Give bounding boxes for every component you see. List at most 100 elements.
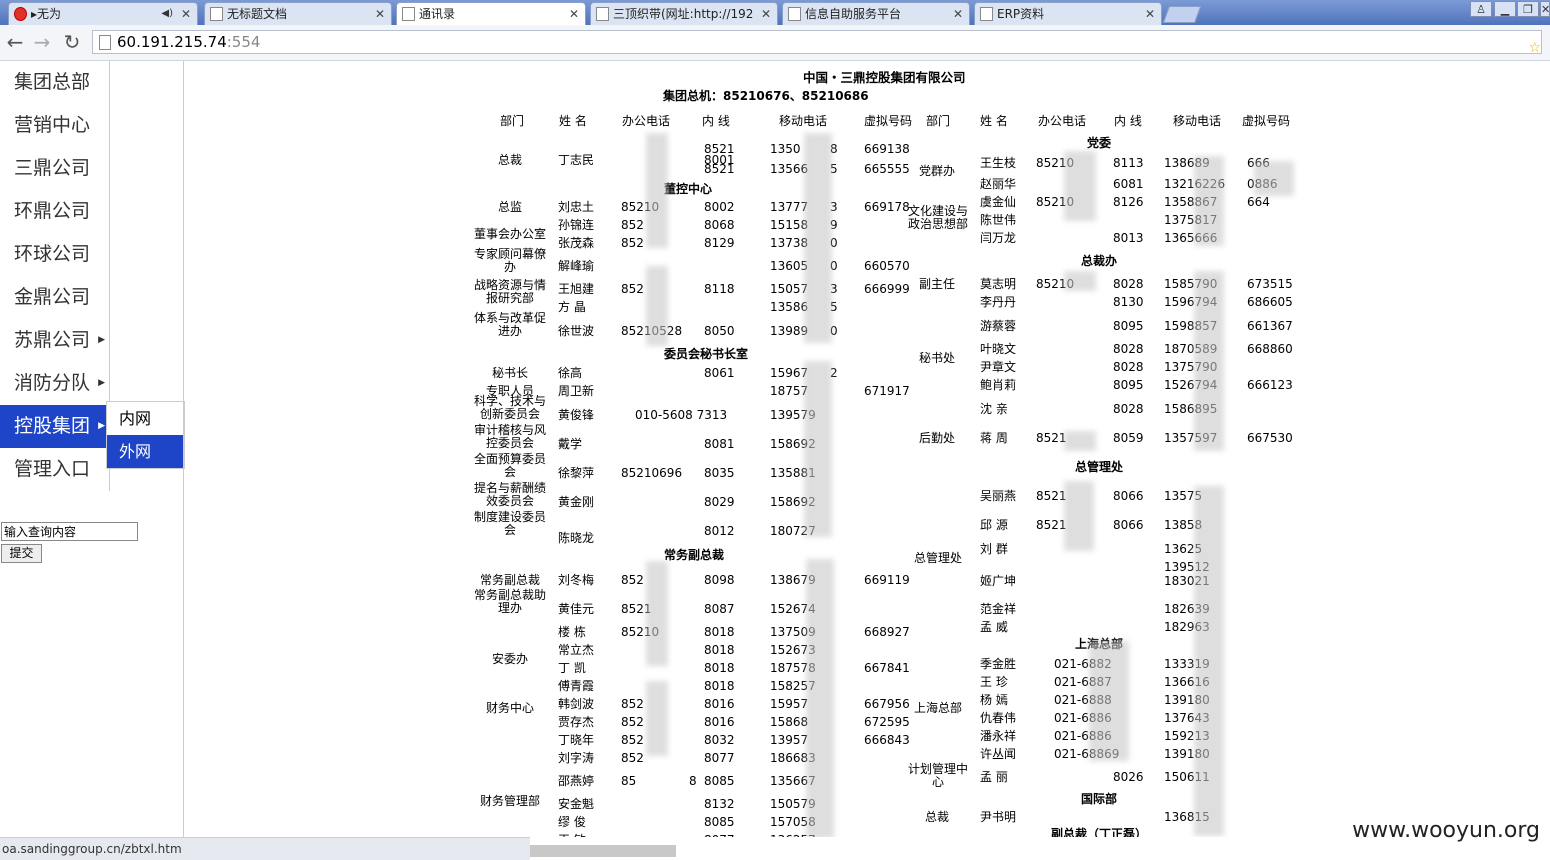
tab-label: 无标题文档 xyxy=(227,7,288,21)
name-cell: 徐黎萍 xyxy=(558,466,595,480)
redaction-blur xyxy=(1064,271,1096,291)
tab-wuwei[interactable]: ▸无为 ◀) ✕ xyxy=(8,2,198,25)
sidebar-item[interactable]: 集团总部 xyxy=(0,61,110,104)
dept-cell: 审计稽核与风控委员会 xyxy=(473,423,546,450)
restore-button[interactable]: ❐ xyxy=(1517,1,1539,17)
tab-self-service[interactable]: 信息自助服务平台 ✕ xyxy=(782,2,970,25)
sidebar-item[interactable]: 三鼎公司 xyxy=(0,147,110,190)
dept-cell: 制度建设委员会 xyxy=(473,510,546,537)
mobile-cell: 15957 xyxy=(770,697,809,711)
extension-cell: 8077 xyxy=(704,751,735,765)
horizontal-scrollbar[interactable] xyxy=(530,845,676,857)
sidebar-item[interactable]: 环球公司 xyxy=(0,233,110,276)
extension-cell: 8085 xyxy=(704,774,735,788)
submit-button[interactable]: 提交 xyxy=(1,544,42,563)
browser-tab-bar: ▸无为 ◀) ✕ 无标题文档 ✕ 通讯录 ✕ 三顶织带(网址:http://19… xyxy=(0,0,1550,25)
dept-cell: 计划管理中心 xyxy=(907,762,968,789)
name-cell: 叶晓文 xyxy=(980,342,1017,356)
virtual-number-cell: 665555 xyxy=(864,162,910,176)
user-icon[interactable]: ♙ xyxy=(1470,1,1492,17)
address-bar[interactable]: 60.191.215.74:554 ☆ xyxy=(92,30,1542,56)
extension-cell: 8095 xyxy=(1113,319,1144,333)
dept-cell: 提名与薪酬绩效委员会 xyxy=(473,481,546,508)
extension-cell: 8028 xyxy=(1113,342,1144,356)
name-cell: 赵丽华 xyxy=(980,177,1017,191)
back-arrow-icon[interactable]: ← xyxy=(3,30,27,54)
column-header: 内 线 xyxy=(702,114,730,128)
name-cell: 孟 威 xyxy=(980,620,1008,634)
submenu-item[interactable]: 外网 xyxy=(107,435,184,468)
extension-cell: 8066 xyxy=(1113,489,1144,503)
mobile-cell: 13605 xyxy=(770,259,809,273)
section-heading: 党委 xyxy=(1086,136,1111,150)
mobile-cell: 15967 xyxy=(770,366,809,380)
sidebar-item[interactable]: 控股集团 ▶ xyxy=(0,405,110,448)
dept-cell: 常务副总裁 xyxy=(479,573,540,587)
tab-santing[interactable]: 三顶织带(网址:http://192 ✕ xyxy=(590,2,778,25)
office-phone-cell: 8521 xyxy=(1036,431,1067,445)
name-cell: 刘 群 xyxy=(980,542,1008,556)
close-tab-icon[interactable]: ✕ xyxy=(1145,3,1155,25)
virtual-number-cell: 664 xyxy=(1247,195,1270,209)
sidebar-item[interactable]: 消防分队 ▶ xyxy=(0,362,110,405)
minimize-button[interactable]: ▁ xyxy=(1494,1,1516,17)
redaction-blur xyxy=(1064,481,1094,551)
redaction-blur xyxy=(646,561,668,666)
virtual-number-cell: 669178 xyxy=(864,200,910,214)
tab-contacts[interactable]: 通讯录 ✕ xyxy=(396,2,586,25)
mobile-cell: 15057 xyxy=(770,282,809,296)
close-tab-icon[interactable]: ✕ xyxy=(181,3,191,25)
name-cell: 蒋 周 xyxy=(980,431,1008,445)
extension-cell: 8061 xyxy=(704,366,735,380)
section-heading: 总裁办 xyxy=(1080,254,1117,268)
forward-arrow-icon[interactable]: → xyxy=(30,30,54,54)
close-tab-icon[interactable]: ✕ xyxy=(569,3,579,25)
sidebar-item[interactable]: 环鼎公司 xyxy=(0,190,110,233)
name-cell: 韩剑波 xyxy=(558,697,595,711)
name-cell: 吴丽燕 xyxy=(980,489,1017,503)
dept-cell: 副主任 xyxy=(918,277,955,291)
sidebar-item[interactable]: 管理入口 xyxy=(0,448,110,491)
close-tab-icon[interactable]: ✕ xyxy=(375,3,385,25)
close-tab-icon[interactable]: ✕ xyxy=(953,3,963,25)
submenu-item[interactable]: 内网 xyxy=(107,402,184,435)
name-cell: 杨 嫣 xyxy=(980,693,1008,707)
extension-cell: 8035 xyxy=(704,466,735,480)
browser-logo-icon xyxy=(14,7,27,21)
mobile-cell: 13957 xyxy=(770,733,809,747)
close-window-button[interactable]: ✕ xyxy=(1540,1,1550,17)
close-tab-icon[interactable]: ✕ xyxy=(761,3,771,25)
watermark: www.wooyun.org xyxy=(1352,818,1540,843)
new-tab-button[interactable] xyxy=(1162,6,1202,23)
directory-hotline: 集团总机：85210676、85210686 xyxy=(663,89,869,103)
virtual-number-cell: 667841 xyxy=(864,661,910,675)
sidebar-item[interactable]: 营销中心 xyxy=(0,104,110,147)
extension-cell: 6081 xyxy=(1113,177,1144,191)
tab-untitled[interactable]: 无标题文档 ✕ xyxy=(204,2,392,25)
redaction-blur xyxy=(1194,271,1224,451)
extension-cell: 8087 xyxy=(704,602,735,616)
virtual-number-cell: 669138 xyxy=(864,142,910,156)
extension-cell: 8129 xyxy=(704,236,735,250)
mobile-cell: 15158 xyxy=(770,218,809,232)
dept-cell: 董事会办公室 xyxy=(474,227,547,241)
office-phone-cell: 010-5608 7313 xyxy=(635,408,728,422)
extension-cell: 8098 xyxy=(704,573,735,587)
search-input[interactable] xyxy=(1,522,138,541)
page-icon xyxy=(402,7,415,21)
page-icon xyxy=(99,35,111,50)
name-cell: 丁 凯 xyxy=(558,661,586,675)
sidebar-item-label: 消防分队 xyxy=(14,372,91,394)
name-cell: 孟 丽 xyxy=(980,770,1008,784)
name-cell: 黄金刚 xyxy=(558,495,595,509)
section-heading: 总管理处 xyxy=(1074,460,1123,474)
extension-cell: 8130 xyxy=(1113,295,1144,309)
sidebar-item[interactable]: 金鼎公司 xyxy=(0,276,110,319)
office-phone-cell: 8521 xyxy=(1036,518,1067,532)
name-cell: 黄俊锋 xyxy=(558,408,595,422)
bookmark-star-icon[interactable]: ☆ xyxy=(1528,37,1541,59)
tab-erp[interactable]: ERP资料 ✕ xyxy=(974,2,1162,25)
reload-icon[interactable]: ↻ xyxy=(60,30,84,54)
name-cell: 缪 俊 xyxy=(558,815,586,829)
sidebar-item[interactable]: 苏鼎公司 ▶ xyxy=(0,319,110,362)
